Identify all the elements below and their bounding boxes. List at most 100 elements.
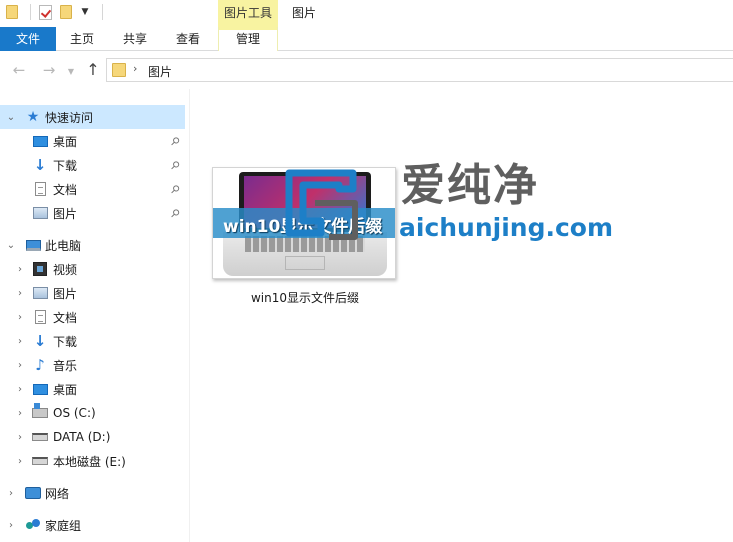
chevron-right-icon[interactable]: › xyxy=(5,488,17,499)
picture-icon xyxy=(32,285,48,301)
sidebar-item-drive-e[interactable]: › 本地磁盘 (E:) xyxy=(0,449,185,473)
file-name[interactable]: win10显示文件后缀 xyxy=(212,289,398,306)
sidebar-item-label: 本地磁盘 (E:) xyxy=(53,454,126,469)
pin-icon[interactable]: ⚲ xyxy=(168,182,183,197)
title-bar: ▼ 图片工具 图片 xyxy=(0,0,733,27)
picture-icon xyxy=(32,205,48,221)
desktop-icon xyxy=(32,381,48,397)
sidebar-item-label: 文档 xyxy=(53,182,78,197)
sidebar-item-label: 视频 xyxy=(53,262,78,277)
file-list-area[interactable]: win10显示文件后缀 win10显示文件后缀 爱纯净 aichunjing.c… xyxy=(190,89,733,542)
chevron-right-icon[interactable]: › xyxy=(5,520,17,531)
desktop-icon xyxy=(32,133,48,149)
quick-access-toolbar: ▼ xyxy=(6,4,103,20)
sidebar-item-label: 图片 xyxy=(53,206,78,221)
sidebar-item-pc-documents[interactable]: › 文档 xyxy=(0,305,185,329)
watermark-logo-icon xyxy=(285,169,358,240)
sidebar-item-pictures[interactable]: 图片 ⚲ xyxy=(0,201,185,225)
tab-file[interactable]: 文件 xyxy=(0,27,56,51)
sidebar-item-this-pc[interactable]: ⌄ 此电脑 xyxy=(0,233,185,257)
address-bar[interactable]: › 图片 xyxy=(106,58,733,82)
customize-toolbar-dropdown-icon[interactable]: ▼ xyxy=(80,7,90,17)
pin-icon[interactable]: ⚲ xyxy=(168,134,183,149)
sidebar-item-label: 图片 xyxy=(53,286,78,301)
window-title: 图片 xyxy=(292,6,317,20)
sidebar-item-label: 音乐 xyxy=(53,358,78,373)
chevron-right-icon[interactable]: › xyxy=(133,62,137,75)
sidebar-item-downloads[interactable]: ↓ 下载 ⚲ xyxy=(0,153,185,177)
sidebar-item-label: 快速访问 xyxy=(45,110,94,125)
chevron-down-icon[interactable]: ⌄ xyxy=(5,240,17,251)
sidebar-item-music[interactable]: › ♪ 音乐 xyxy=(0,353,185,377)
download-icon: ↓ xyxy=(33,332,47,350)
watermark-domain-text: aichunjing.com xyxy=(399,213,614,242)
sidebar-item-label: 网络 xyxy=(45,486,70,501)
toolbar-divider xyxy=(102,4,103,20)
navigation-bar: ← → ▼ ↑ › 图片 xyxy=(0,51,733,89)
navigation-pane: ⌄ ★ 快速访问 桌面 ⚲ ↓ 下载 ⚲ 文档 ⚲ 图片 ⚲ ⌄ 此电脑 › 视… xyxy=(0,89,190,542)
sidebar-item-videos[interactable]: › 视频 xyxy=(0,257,185,281)
sidebar-item-label: 下载 xyxy=(53,334,78,349)
chevron-right-icon[interactable]: › xyxy=(14,432,26,443)
tab-share[interactable]: 共享 xyxy=(108,27,162,51)
watermark-chinese-text: 爱纯净 xyxy=(401,160,539,211)
up-arrow-icon[interactable]: ↑ xyxy=(84,61,102,79)
star-icon: ★ xyxy=(26,109,40,125)
sidebar-item-quick-access[interactable]: ⌄ ★ 快速访问 xyxy=(0,105,185,129)
sidebar-item-label: DATA (D:) xyxy=(53,430,111,444)
sidebar-item-label: 下载 xyxy=(53,158,78,173)
chevron-right-icon[interactable]: › xyxy=(14,408,26,419)
sidebar-item-label: 文档 xyxy=(53,310,78,325)
document-icon xyxy=(32,309,48,325)
sidebar-item-pc-pictures[interactable]: › 图片 xyxy=(0,281,185,305)
sidebar-item-network[interactable]: › 网络 xyxy=(0,481,185,505)
homegroup-icon xyxy=(25,517,41,533)
properties-icon[interactable] xyxy=(39,4,52,20)
sidebar-item-pc-desktop[interactable]: › 桌面 xyxy=(0,377,185,401)
computer-icon xyxy=(25,237,41,253)
sidebar-item-drive-c[interactable]: › OS (C:) xyxy=(0,401,185,425)
sidebar-item-pc-downloads[interactable]: › ↓ 下载 xyxy=(0,329,185,353)
sidebar-item-desktop[interactable]: 桌面 ⚲ xyxy=(0,129,185,153)
pin-icon[interactable]: ⚲ xyxy=(168,158,183,173)
back-arrow-icon[interactable]: ← xyxy=(10,61,28,79)
chevron-right-icon[interactable]: › xyxy=(14,360,26,371)
system-drive-icon xyxy=(32,403,48,421)
address-path[interactable]: 图片 xyxy=(148,63,172,80)
sidebar-item-documents[interactable]: 文档 ⚲ xyxy=(0,177,185,201)
chevron-right-icon[interactable]: › xyxy=(14,264,26,275)
chevron-down-icon[interactable]: ⌄ xyxy=(5,112,17,123)
chevron-right-icon[interactable]: › xyxy=(14,336,26,347)
sidebar-item-label: 桌面 xyxy=(53,134,78,149)
sidebar-item-label: OS (C:) xyxy=(53,406,96,420)
chevron-right-icon[interactable]: › xyxy=(14,288,26,299)
tab-view[interactable]: 查看 xyxy=(162,27,214,51)
pin-icon[interactable]: ⚲ xyxy=(168,206,183,221)
tab-home[interactable]: 主页 xyxy=(56,27,108,51)
sidebar-item-drive-d[interactable]: › DATA (D:) xyxy=(0,425,185,449)
forward-arrow-icon[interactable]: → xyxy=(40,61,58,79)
ribbon-tabs: 文件 主页 共享 查看 管理 xyxy=(0,27,733,51)
video-icon xyxy=(32,261,48,277)
watermark: 爱纯净 aichunjing.com xyxy=(281,161,681,246)
chevron-right-icon[interactable]: › xyxy=(14,384,26,395)
network-icon xyxy=(25,485,41,501)
music-note-icon: ♪ xyxy=(35,356,45,374)
folder-icon xyxy=(112,63,126,77)
chevron-right-icon[interactable]: › xyxy=(14,456,26,467)
folder-icon[interactable] xyxy=(6,5,18,19)
sidebar-item-homegroup[interactable]: › 家庭组 xyxy=(0,513,185,537)
picture-tools-header: 图片工具 xyxy=(218,0,278,27)
drive-icon xyxy=(32,429,48,445)
new-folder-icon[interactable] xyxy=(60,5,72,19)
sidebar-item-label: 此电脑 xyxy=(45,238,82,253)
document-icon xyxy=(32,181,48,197)
sidebar-item-label: 家庭组 xyxy=(45,518,82,533)
tab-manage[interactable]: 管理 xyxy=(218,27,278,51)
chevron-right-icon[interactable]: › xyxy=(14,312,26,323)
download-icon: ↓ xyxy=(33,156,47,174)
recent-locations-chevron-icon[interactable]: ▼ xyxy=(62,63,80,81)
toolbar-divider xyxy=(30,4,31,20)
sidebar-item-label: 桌面 xyxy=(53,382,78,397)
drive-icon xyxy=(32,453,48,469)
